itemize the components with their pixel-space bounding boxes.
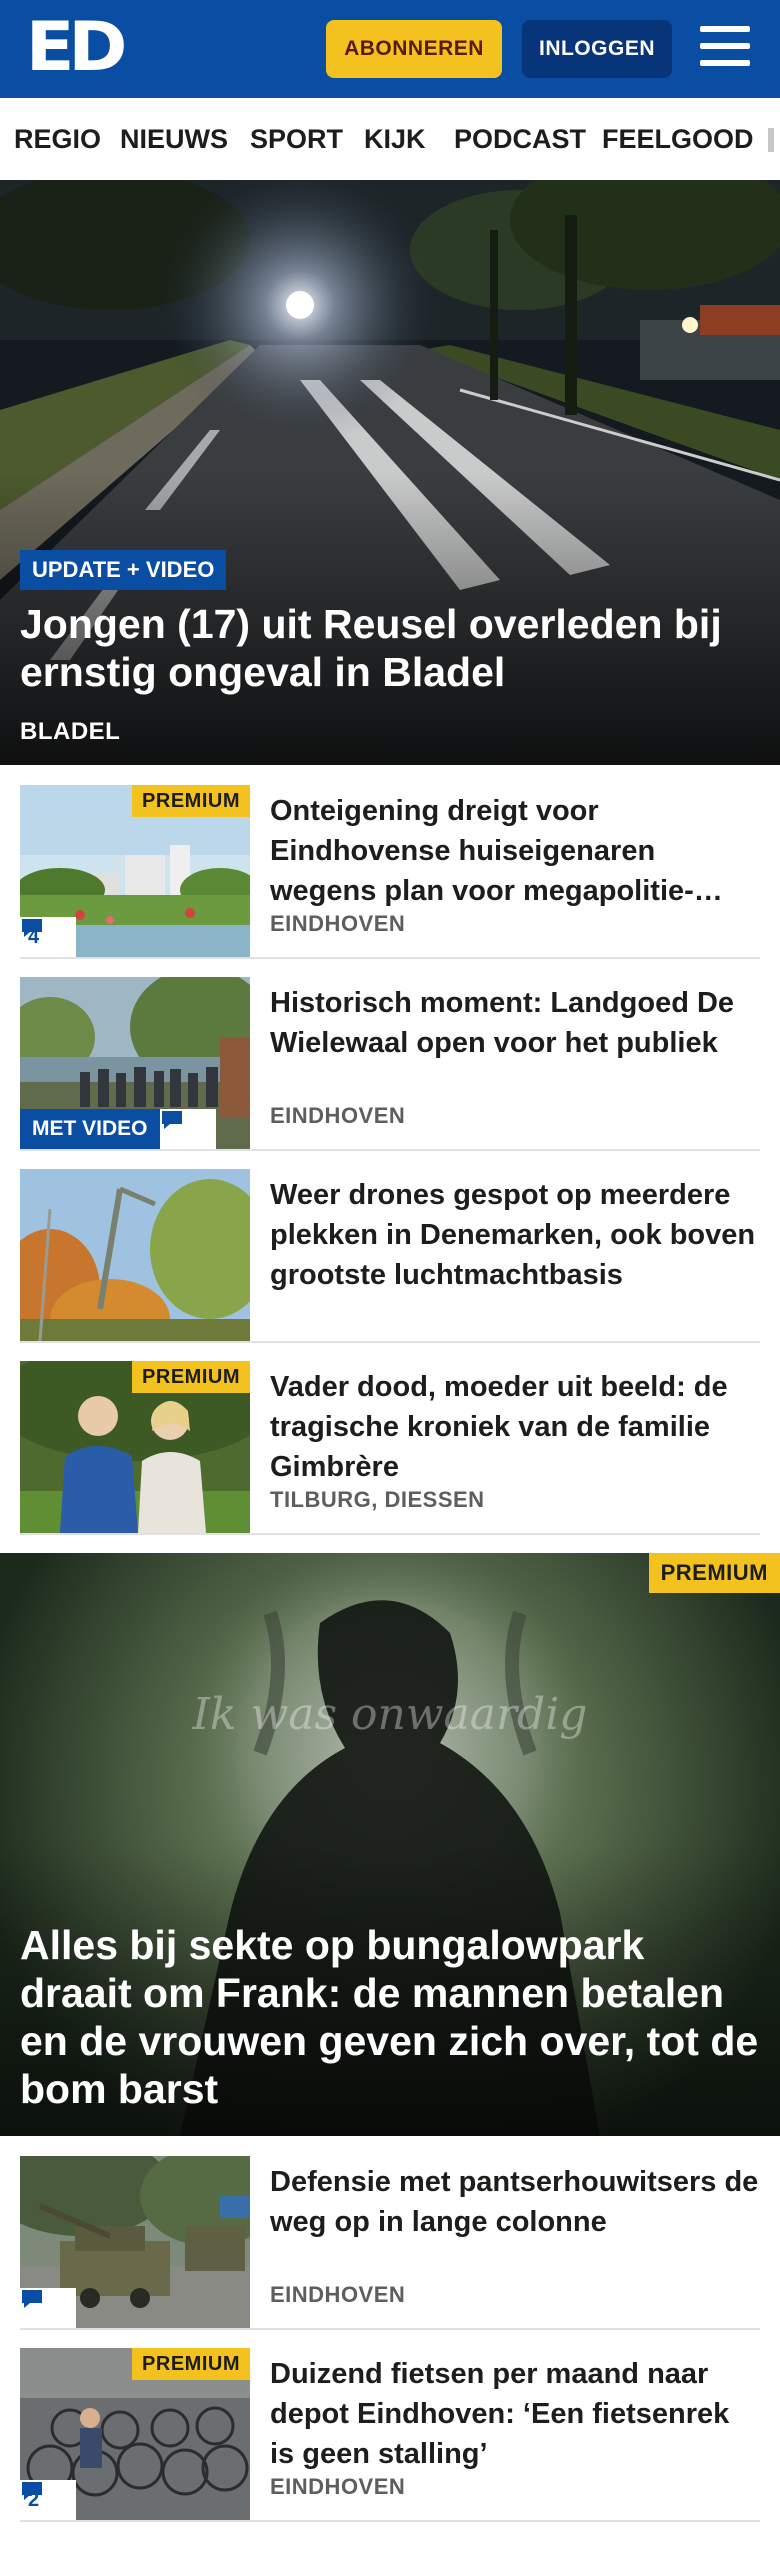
article-thumbnail bbox=[20, 1169, 250, 1341]
login-button[interactable]: INLOGGEN bbox=[522, 20, 672, 78]
article-thumbnail bbox=[20, 2156, 250, 2328]
article-title[interactable]: Vader dood, moeder uit beeld: de tragisc… bbox=[270, 1367, 760, 1487]
article-thumbnail: PREMIUM 2 bbox=[20, 2348, 250, 2520]
comment-count[interactable]: 2 bbox=[20, 2480, 76, 2520]
nav-item-feelgood[interactable]: FEELGOOD bbox=[602, 98, 754, 180]
premium-badge: PREMIUM bbox=[132, 1361, 250, 1393]
comment-count[interactable]: 4 bbox=[20, 917, 76, 957]
nav-item-sport[interactable]: SPORT bbox=[250, 98, 343, 180]
article-thumbnail: PREMIUM bbox=[20, 1361, 250, 1533]
article-location: TILBURG, DIESSEN bbox=[270, 1487, 485, 1512]
article-thumbnail: PREMIUM 4 bbox=[20, 785, 250, 957]
top-header: ED ABONNEREN INLOGGEN bbox=[0, 0, 780, 98]
feature-article[interactable]: Ik was onwaardig PREMIUM Alles bij sekte… bbox=[0, 1553, 780, 2136]
image-watermark-text: Ik was onwaardig bbox=[192, 1689, 588, 1740]
list-item[interactable]: PREMIUM 2 Duizend fietsen per maand naar… bbox=[20, 2348, 760, 2522]
article-title[interactable]: Duizend fietsen per maand naar depot Ein… bbox=[270, 2354, 760, 2474]
article-title[interactable]: Historisch moment: Landgoed De Wielewaal… bbox=[270, 983, 760, 1063]
hero-location: BLADEL bbox=[20, 718, 121, 745]
comment-button[interactable] bbox=[20, 2288, 76, 2328]
article-title[interactable]: Weer drones gespot op meerdere plekken i… bbox=[270, 1175, 760, 1295]
comment-icon bbox=[162, 1111, 182, 1129]
ed-logo[interactable]: ED bbox=[25, 8, 128, 87]
list-item[interactable]: MET VIDEO Historisch moment: Landgoed De… bbox=[20, 977, 760, 1151]
feature-headline[interactable]: Alles bij sekte op bungalowpark draait o… bbox=[20, 1921, 765, 2113]
section-nav: REGIO NIEUWS SPORT KIJK PODCAST FEELGOOD bbox=[0, 98, 780, 181]
article-title[interactable]: Defensie met pantserhouwitsers de weg op… bbox=[270, 2162, 760, 2242]
comment-icon bbox=[22, 2290, 42, 2308]
video-badge: MET VIDEO bbox=[20, 1109, 160, 1149]
list-item[interactable]: Weer drones gespot op meerdere plekken i… bbox=[20, 1169, 760, 1343]
menu-icon[interactable] bbox=[700, 26, 752, 70]
nav-item-kijk[interactable]: KIJK bbox=[364, 98, 426, 180]
article-location: EINDHOVEN bbox=[270, 2474, 406, 2499]
nav-overflow-indicator bbox=[768, 128, 774, 152]
article-thumbnail: MET VIDEO bbox=[20, 977, 250, 1149]
hero-article[interactable]: UPDATE + VIDEO Jongen (17) uit Reusel ov… bbox=[0, 180, 780, 765]
nav-item-podcast[interactable]: PODCAST bbox=[454, 98, 586, 180]
hero-headline[interactable]: Jongen (17) uit Reusel overleden bij ern… bbox=[20, 600, 760, 696]
article-location: EINDHOVEN bbox=[270, 2282, 406, 2307]
logo-text: ED bbox=[25, 8, 128, 87]
comment-button[interactable] bbox=[160, 1109, 216, 1149]
premium-badge: PREMIUM bbox=[132, 785, 250, 817]
article-title[interactable]: Onteigening dreigt voor Eindhovense huis… bbox=[270, 791, 760, 911]
comment-icon bbox=[22, 919, 42, 937]
nav-item-regio[interactable]: REGIO bbox=[14, 98, 101, 180]
article-location: EINDHOVEN bbox=[270, 1103, 406, 1128]
update-video-badge: UPDATE + VIDEO bbox=[20, 550, 227, 590]
article-location: EINDHOVEN bbox=[270, 911, 406, 936]
list-item[interactable]: PREMIUM Vader dood, moeder uit beeld: de… bbox=[20, 1361, 760, 1535]
list-item[interactable]: Defensie met pantserhouwitsers de weg op… bbox=[20, 2156, 760, 2330]
nav-item-nieuws[interactable]: NIEUWS bbox=[120, 98, 228, 180]
premium-badge: PREMIUM bbox=[132, 2348, 250, 2380]
premium-badge: PREMIUM bbox=[648, 1553, 780, 1593]
subscribe-button[interactable]: ABONNEREN bbox=[326, 20, 502, 78]
list-item[interactable]: PREMIUM 4 Onteigening dreigt voor Eindho… bbox=[20, 785, 760, 959]
comment-icon bbox=[22, 2482, 42, 2500]
